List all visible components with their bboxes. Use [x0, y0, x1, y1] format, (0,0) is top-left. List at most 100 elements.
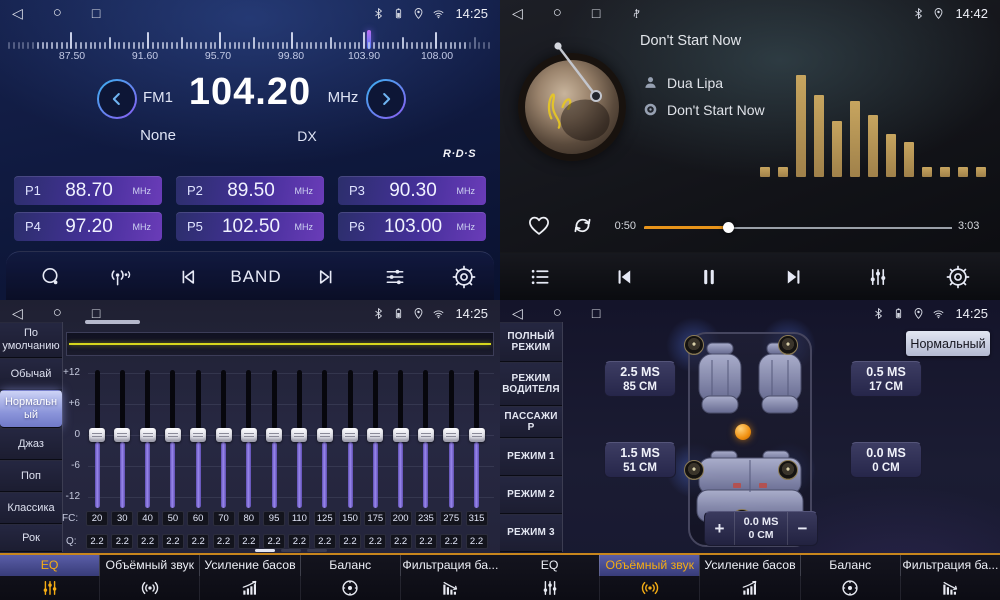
band-slider-95hz[interactable] — [264, 368, 284, 510]
nav-recents-icon[interactable]: □ — [592, 300, 600, 326]
band-slider-275hz[interactable] — [441, 368, 461, 510]
eq-vertical-icon[interactable] — [867, 266, 890, 289]
preset-button-p4[interactable]: P497.20MHz — [14, 212, 162, 241]
fc-value-50[interactable]: 50 — [162, 511, 184, 526]
band-slider-150hz[interactable] — [340, 368, 360, 510]
stations-icon[interactable] — [109, 265, 132, 288]
surround-sound-icon[interactable] — [599, 576, 699, 600]
fc-value-40[interactable]: 40 — [137, 511, 159, 526]
q-value[interactable]: 2.2 — [440, 534, 462, 549]
q-value[interactable]: 2.2 — [137, 534, 159, 549]
preset-button-p3[interactable]: P390.30MHz — [338, 176, 486, 205]
fc-value-30[interactable]: 30 — [111, 511, 133, 526]
slider-thumb[interactable] — [469, 428, 485, 442]
band-slider-60hz[interactable] — [188, 368, 208, 510]
settings-gear-icon[interactable] — [947, 266, 970, 289]
frequency-scale[interactable]: 87.5091.6095.7099.80103.90108.00 — [0, 27, 500, 63]
slider-thumb[interactable] — [114, 428, 130, 442]
q-value[interactable]: 2.2 — [364, 534, 386, 549]
fc-value-80[interactable]: 80 — [238, 511, 260, 526]
fc-value-200[interactable]: 200 — [390, 511, 412, 526]
band-slider-20hz[interactable] — [87, 368, 107, 510]
band-slider-50hz[interactable] — [163, 368, 183, 510]
preset-button-p1[interactable]: P188.70MHz — [14, 176, 162, 205]
delay-front-right[interactable]: 0.5 MS 17 CM — [850, 361, 922, 397]
delay-rear-right[interactable]: 0.0 MS 0 CM — [850, 442, 922, 478]
slider-thumb[interactable] — [140, 428, 156, 442]
side-item-1[interactable]: ПОЛНЫЙ РЕЖИМ — [500, 322, 562, 362]
tune-up-button[interactable] — [366, 79, 406, 119]
side-item-2[interactable]: РЕЖИМ ВОДИТЕЛЯ — [500, 362, 562, 406]
slider-thumb[interactable] — [393, 428, 409, 442]
band-slider-315hz[interactable] — [467, 368, 487, 510]
eq-sliders-icon[interactable] — [500, 576, 599, 600]
balance-icon[interactable] — [800, 576, 900, 600]
band-slider-125hz[interactable] — [315, 368, 335, 510]
next-station-icon[interactable] — [315, 265, 338, 288]
speaker-front-right[interactable] — [778, 335, 798, 355]
filter-icon[interactable] — [900, 576, 1000, 600]
balance-icon[interactable] — [300, 576, 400, 600]
delay-rear-left[interactable]: 1.5 MS 51 CM — [604, 442, 676, 478]
q-value[interactable]: 2.2 — [162, 534, 184, 549]
band-slider-30hz[interactable] — [112, 368, 132, 510]
fc-value-20[interactable]: 20 — [86, 511, 108, 526]
prev-track-icon[interactable] — [613, 266, 636, 289]
band-slider-80hz[interactable] — [239, 368, 259, 510]
repeat-button[interactable] — [570, 213, 595, 238]
listening-position-ball[interactable] — [735, 424, 751, 440]
q-value[interactable]: 2.2 — [213, 534, 235, 549]
tab-5-label[interactable]: Фильтрация ба... — [400, 555, 500, 576]
band-slider-175hz[interactable] — [365, 368, 385, 510]
side-item-6[interactable]: РЕЖИМ 3 — [500, 514, 562, 552]
q-value[interactable]: 2.2 — [466, 534, 488, 549]
slider-thumb[interactable] — [241, 428, 257, 442]
band-slider-40hz[interactable] — [138, 368, 158, 510]
q-value[interactable]: 2.2 — [111, 534, 133, 549]
q-value[interactable]: 2.2 — [314, 534, 336, 549]
fc-value-70[interactable]: 70 — [213, 511, 235, 526]
delay-front-left[interactable]: 2.5 MS 85 CM — [604, 361, 676, 397]
pause-icon[interactable] — [698, 266, 721, 289]
slider-thumb[interactable] — [266, 428, 282, 442]
nav-recents-icon[interactable]: □ — [92, 0, 100, 26]
nav-back-icon[interactable]: ◁ — [12, 300, 23, 326]
slider-thumb[interactable] — [342, 428, 358, 442]
slider-thumb[interactable] — [291, 428, 307, 442]
preset-button-p2[interactable]: P289.50MHz — [176, 176, 324, 205]
favorite-button[interactable] — [526, 212, 552, 238]
nav-back-icon[interactable]: ◁ — [12, 0, 23, 26]
tab-5-label[interactable]: Фильтрация ба... — [900, 555, 1000, 576]
speaker-front-left[interactable] — [684, 335, 704, 355]
bass-boost-icon[interactable] — [199, 576, 299, 600]
q-value[interactable]: 2.2 — [415, 534, 437, 549]
q-value[interactable]: 2.2 — [339, 534, 361, 549]
speaker-rear-left[interactable] — [684, 460, 704, 480]
tab-2-label[interactable]: Объёмный звук — [99, 555, 199, 576]
increase-button[interactable]: + — [705, 512, 734, 545]
band-slider-200hz[interactable] — [391, 368, 411, 510]
side-item-5[interactable]: РЕЖИМ 2 — [500, 476, 562, 514]
q-value[interactable]: 2.2 — [86, 534, 108, 549]
tune-down-button[interactable] — [97, 79, 137, 119]
q-value[interactable]: 2.2 — [238, 534, 260, 549]
slider-thumb[interactable] — [89, 428, 105, 442]
slider-thumb[interactable] — [367, 428, 383, 442]
fc-value-175[interactable]: 175 — [364, 511, 386, 526]
band-slider-110hz[interactable] — [289, 368, 309, 510]
nav-home-icon[interactable]: ○ — [53, 300, 62, 326]
side-item-4[interactable]: РЕЖИМ 1 — [500, 438, 562, 476]
q-value[interactable]: 2.2 — [390, 534, 412, 549]
prev-station-icon[interactable] — [177, 265, 200, 288]
side-item-3[interactable]: ПАССАЖИР — [500, 406, 562, 438]
eq-sliders-icon[interactable] — [0, 576, 99, 600]
q-value[interactable]: 2.2 — [187, 534, 209, 549]
nav-recents-icon[interactable]: □ — [92, 300, 100, 326]
nav-home-icon[interactable]: ○ — [553, 300, 562, 326]
tab-3-label[interactable]: Усиление басов — [699, 555, 799, 576]
fc-value-235[interactable]: 235 — [415, 511, 437, 526]
next-track-icon[interactable] — [783, 266, 806, 289]
playlist-icon[interactable] — [529, 266, 552, 289]
nav-home-icon[interactable]: ○ — [53, 0, 62, 26]
fc-value-110[interactable]: 110 — [288, 511, 310, 526]
